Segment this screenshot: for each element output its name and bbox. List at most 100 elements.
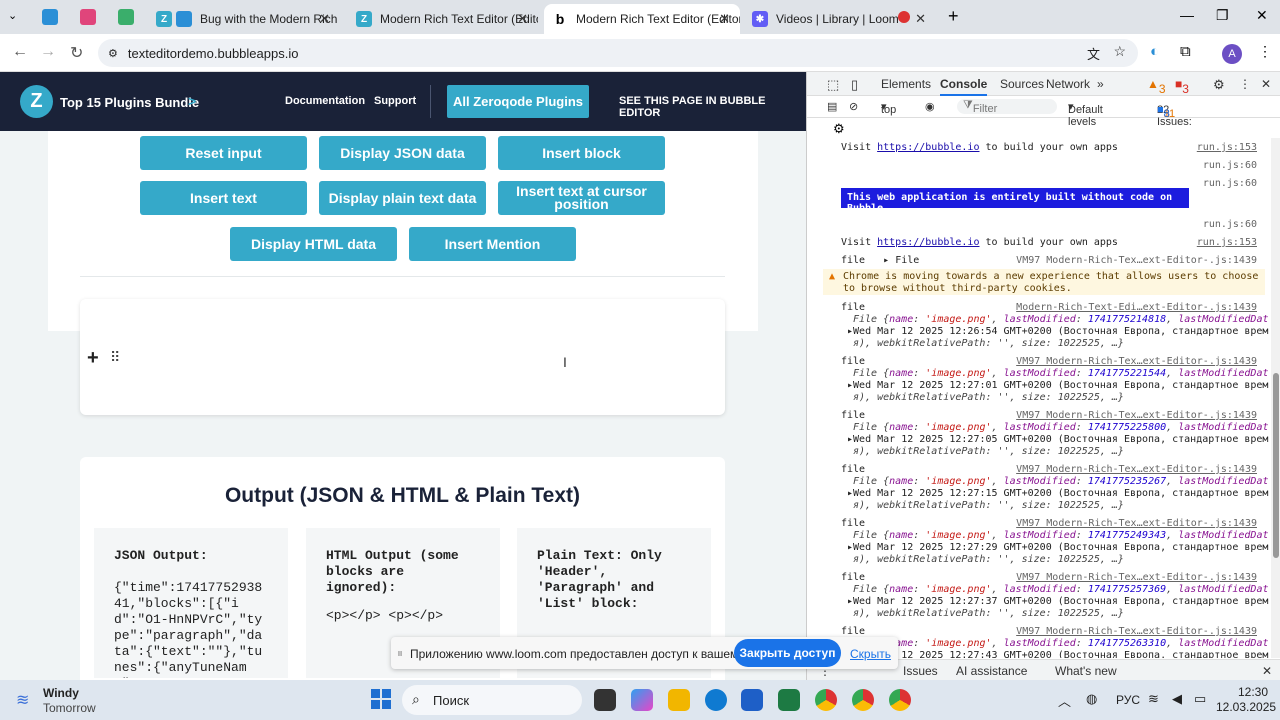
context-select[interactable]: top ▾ xyxy=(881,100,896,116)
console-scrollbar[interactable] xyxy=(1271,138,1280,658)
console-settings-icon[interactable]: ⚙ xyxy=(833,121,845,137)
close-drawer-icon[interactable]: ✕ xyxy=(1262,664,1272,678)
close-icon[interactable]: ✕ xyxy=(719,11,730,27)
file-date-line[interactable]: ▸Wed Mar 12 2025 12:27:43 GMT+0200 (Вост… xyxy=(847,650,1269,658)
minimize-icon[interactable]: — xyxy=(1180,7,1194,23)
source-link[interactable]: VM97 Modern-Rich-Tex…ext-Editor-.js:1439 xyxy=(1016,518,1257,529)
close-window-icon[interactable]: ✕ xyxy=(1256,7,1268,24)
drag-handle-icon[interactable]: ⏸ xyxy=(397,646,403,661)
more-tabs-icon[interactable]: » xyxy=(1097,77,1104,91)
sidebar-toggle-icon[interactable]: ▤ xyxy=(827,100,837,113)
browser-tab[interactable]: ✱ Videos | Library | Loom ✕ xyxy=(746,4,936,34)
browser-tab[interactable]: Z Modern Rich Text Editor (Editor ✕ xyxy=(348,4,538,34)
pinned-tab-icon[interactable] xyxy=(80,9,96,25)
chrome-icon[interactable] xyxy=(889,689,911,711)
clock-date[interactable]: 12.03.2025 xyxy=(1216,700,1276,714)
bubble-link[interactable]: https://bubble.io xyxy=(877,237,979,248)
source-link[interactable]: run.js:60 xyxy=(1203,160,1257,171)
levels-select[interactable]: Default levels ▾ xyxy=(1068,100,1103,128)
tab-sources[interactable]: Sources xyxy=(1000,77,1044,91)
source-link[interactable]: run.js:60 xyxy=(1203,178,1257,189)
source-link[interactable]: run.js:153 xyxy=(1197,142,1257,153)
chevron-up-icon[interactable]: ︿ xyxy=(1058,691,1071,710)
bubble-link[interactable]: https://bubble.io xyxy=(877,142,979,153)
scrollbar-thumb[interactable] xyxy=(1273,373,1279,558)
copilot-icon[interactable] xyxy=(631,689,653,711)
file-object-line[interactable]: File {name: 'image.png', lastModified: 1… xyxy=(853,422,1269,433)
file-node[interactable]: File xyxy=(895,255,919,266)
source-link[interactable]: run.js:60 xyxy=(1203,219,1257,230)
kebab-icon[interactable]: ⋮ xyxy=(1239,77,1251,91)
add-block-icon[interactable]: + xyxy=(87,347,99,370)
explorer-icon[interactable] xyxy=(668,689,690,711)
insert-block-button[interactable]: Insert block xyxy=(498,136,665,170)
tab-ai-assistance[interactable]: AI assistance xyxy=(956,664,1027,678)
file-object-line[interactable]: File {name: 'image.png', lastModified: 1… xyxy=(853,314,1269,325)
nav-support[interactable]: Support xyxy=(374,95,416,107)
source-link[interactable]: VM97 Modern-Rich-Tex…ext-Editor-.js:1439 xyxy=(1016,464,1257,475)
source-link[interactable]: run.js:153 xyxy=(1197,237,1257,248)
windows-start-icon[interactable] xyxy=(371,689,391,709)
tab-network[interactable]: Network xyxy=(1046,77,1090,91)
file-object-line[interactable]: File {name: 'image.png', lastModified: 1… xyxy=(853,584,1269,595)
file-date-line[interactable]: ▸Wed Mar 12 2025 12:27:05 GMT+0200 (Вост… xyxy=(847,434,1269,445)
error-count[interactable]: ■ 3 xyxy=(1175,77,1189,96)
clock-time[interactable]: 12:30 xyxy=(1238,685,1268,699)
site-info-icon[interactable]: ⚙ xyxy=(108,47,118,60)
source-link[interactable]: VM97 Modern-Rich-Tex…ext-Editor-.js:1439 xyxy=(1016,410,1257,421)
extension-icon[interactable]: ◐ xyxy=(1150,43,1159,60)
file-date-line[interactable]: ▸Wed Mar 12 2025 12:27:29 GMT+0200 (Вост… xyxy=(847,542,1269,553)
display-html-button[interactable]: Display HTML data xyxy=(230,227,397,261)
clear-console-icon[interactable]: ⊘ xyxy=(849,100,858,113)
browser-tab-active[interactable]: b Modern Rich Text Editor (Editor ✕ xyxy=(544,4,740,34)
tab-console[interactable]: Console xyxy=(940,77,988,96)
file-date-line[interactable]: ▸Wed Mar 12 2025 12:26:54 GMT+0200 (Вост… xyxy=(847,326,1269,337)
wifi-icon[interactable]: ≋ xyxy=(1148,691,1159,707)
extensions-puzzle-icon[interactable]: ⧉ xyxy=(1180,43,1191,60)
tab-search-icon[interactable]: ⌄ xyxy=(8,9,17,22)
task-view-icon[interactable] xyxy=(594,689,616,711)
inspect-icon[interactable]: ⬚ xyxy=(827,77,839,93)
reset-input-button[interactable]: Reset input xyxy=(140,136,307,170)
tab-whats-new[interactable]: What's new xyxy=(1055,664,1117,678)
chrome-icon[interactable] xyxy=(815,689,837,711)
profile-avatar[interactable]: A xyxy=(1222,44,1242,64)
taskbar-search[interactable]: ⌕ Поиск xyxy=(402,685,582,715)
close-devtools-icon[interactable]: ✕ xyxy=(1261,77,1271,91)
forward-icon[interactable]: → xyxy=(40,43,56,61)
bookmark-star-icon[interactable]: ☆ xyxy=(1113,43,1126,60)
bubble-editor-link[interactable]: SEE THIS PAGE IN BUBBLE EDITOR xyxy=(619,95,806,119)
source-link[interactable]: Modern-Rich-Text-Edi…ext-Editor-.js:1439 xyxy=(1016,302,1257,313)
slack-icon[interactable] xyxy=(118,9,134,25)
zeroqode-logo[interactable]: Z xyxy=(20,85,53,118)
tray-app-icon[interactable]: ◍ xyxy=(1086,691,1097,707)
file-object-line[interactable]: File {name: 'image.png', lastModified: 1… xyxy=(853,638,1269,649)
file-object-line[interactable]: File {name: 'image.png', lastModified: 1… xyxy=(853,530,1269,541)
insert-mention-button[interactable]: Insert Mention xyxy=(409,227,576,261)
maximize-icon[interactable]: ❐ xyxy=(1216,7,1229,24)
close-icon[interactable]: ✕ xyxy=(319,11,330,27)
drag-handle-icon[interactable]: ⠿ xyxy=(110,349,120,366)
filter-input[interactable]: ⧩ Filter xyxy=(957,99,1057,115)
file-date-line[interactable]: ▸Wed Mar 12 2025 12:27:37 GMT+0200 (Вост… xyxy=(847,596,1269,607)
display-json-button[interactable]: Display JSON data xyxy=(319,136,486,170)
display-plain-button[interactable]: Display plain text data xyxy=(319,181,486,215)
url-input[interactable]: ⚙ texteditordemo.bubbleapps.io 文 ☆ xyxy=(98,39,1138,67)
device-toggle-icon[interactable]: ▯ xyxy=(851,77,858,93)
battery-icon[interactable]: ▭ xyxy=(1194,691,1206,707)
hide-link[interactable]: Скрыть xyxy=(850,647,891,661)
language-indicator[interactable]: РУС xyxy=(1116,693,1140,707)
file-object-line[interactable]: File {name: 'image.png', lastModified: 1… xyxy=(853,476,1269,487)
bundle-title[interactable]: Top 15 Plugins Bundle xyxy=(60,95,199,110)
settings-gear-icon[interactable]: ⚙ xyxy=(1213,77,1225,93)
file-date-line[interactable]: ▸Wed Mar 12 2025 12:27:01 GMT+0200 (Вост… xyxy=(847,380,1269,391)
store-icon[interactable] xyxy=(741,689,763,711)
source-link[interactable]: VM97 Modern-Rich-Tex…ext-Editor-.js:1439 xyxy=(1016,626,1257,637)
menu-kebab-icon[interactable]: ⋮ xyxy=(1258,43,1272,60)
chrome-icon[interactable] xyxy=(852,689,874,711)
rich-text-editor[interactable]: + ⠿ I xyxy=(80,299,725,415)
pinned-tab-icon[interactable] xyxy=(42,9,58,25)
source-link[interactable]: VM97 Modern-Rich-Tex…ext-Editor-.js:1439 xyxy=(1016,572,1257,583)
close-icon[interactable]: ✕ xyxy=(915,11,926,27)
close-icon[interactable]: ✕ xyxy=(517,11,528,27)
